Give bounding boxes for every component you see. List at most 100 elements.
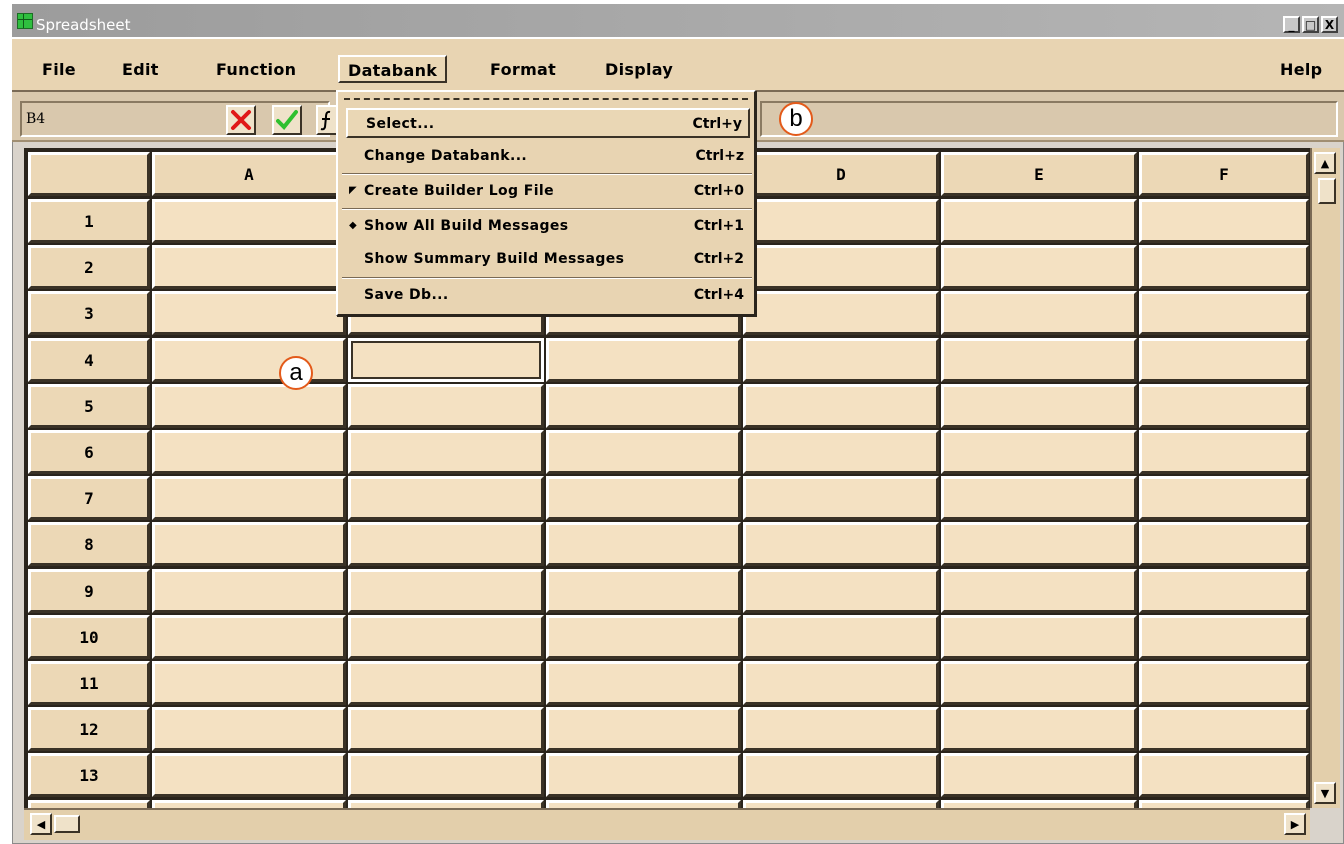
- cancel-button[interactable]: [226, 105, 256, 135]
- cell-b12[interactable]: [348, 707, 544, 751]
- menu-edit[interactable]: Edit: [114, 56, 167, 84]
- menu-item-show-all-build-messages[interactable]: ◆ Show All Build Messages Ctrl+1: [346, 212, 750, 242]
- function-button[interactable]: [316, 105, 338, 135]
- row-header-10[interactable]: 10: [28, 615, 150, 659]
- cell-e2[interactable]: [941, 245, 1137, 289]
- row-header-7[interactable]: 7: [28, 476, 150, 520]
- cell-d4[interactable]: [743, 338, 939, 382]
- cell-e6[interactable]: [941, 430, 1137, 474]
- row-header-9[interactable]: 9: [28, 569, 150, 613]
- corner-header[interactable]: [28, 152, 150, 196]
- menu-item-select[interactable]: Select... Ctrl+y: [346, 108, 750, 138]
- accept-button[interactable]: [272, 105, 302, 135]
- cell-a4[interactable]: [152, 338, 346, 382]
- cell-c5[interactable]: [546, 384, 741, 428]
- cell-d10[interactable]: [743, 615, 939, 659]
- cell-b8[interactable]: [348, 522, 544, 566]
- vertical-scrollbar[interactable]: [1310, 148, 1340, 808]
- scroll-up-icon[interactable]: ▲: [1314, 152, 1336, 174]
- horizontal-scroll-thumb[interactable]: [54, 815, 80, 833]
- cell-d8[interactable]: [743, 522, 939, 566]
- menu-item-save-db[interactable]: Save Db... Ctrl+4: [346, 281, 750, 311]
- cell-f8[interactable]: [1139, 522, 1309, 566]
- maximize-button[interactable]: □: [1302, 16, 1319, 33]
- cell-a1[interactable]: [152, 199, 346, 243]
- cell-f6[interactable]: [1139, 430, 1309, 474]
- minimize-button[interactable]: _: [1283, 16, 1300, 33]
- cell-e3[interactable]: [941, 291, 1137, 335]
- menu-item-change-databank[interactable]: Change Databank... Ctrl+z: [346, 142, 750, 172]
- cell-c6[interactable]: [546, 430, 741, 474]
- cell-f5[interactable]: [1139, 384, 1309, 428]
- cell-e11[interactable]: [941, 661, 1137, 705]
- column-header-f[interactable]: F: [1139, 152, 1309, 196]
- title-bar[interactable]: [12, 4, 1344, 37]
- column-header-d[interactable]: D: [743, 152, 939, 196]
- column-header-a[interactable]: A: [152, 152, 346, 196]
- row-header-12[interactable]: 12: [28, 707, 150, 751]
- cell-a10[interactable]: [152, 615, 346, 659]
- row-header-5[interactable]: 5: [28, 384, 150, 428]
- cell-c4[interactable]: [546, 338, 741, 382]
- scroll-right-icon[interactable]: ▶: [1284, 813, 1306, 835]
- cell-a3[interactable]: [152, 291, 346, 335]
- formula-input[interactable]: [760, 101, 1338, 137]
- row-header-13[interactable]: 13: [28, 753, 150, 797]
- menu-tearoff-line[interactable]: [344, 98, 748, 100]
- row-header-4[interactable]: 4: [28, 338, 150, 382]
- cell-d9[interactable]: [743, 569, 939, 613]
- cell-e9[interactable]: [941, 569, 1137, 613]
- cell-d5[interactable]: [743, 384, 939, 428]
- cell-e10[interactable]: [941, 615, 1137, 659]
- cell-f1[interactable]: [1139, 199, 1309, 243]
- menu-item-create-builder-log[interactable]: ◤ Create Builder Log File Ctrl+0: [346, 177, 750, 207]
- cell-f12[interactable]: [1139, 707, 1309, 751]
- cell-b4[interactable]: [348, 338, 544, 382]
- cell-c13[interactable]: [546, 753, 741, 797]
- cell-c10[interactable]: [546, 615, 741, 659]
- cell-a8[interactable]: [152, 522, 346, 566]
- column-header-e[interactable]: E: [941, 152, 1137, 196]
- menu-databank[interactable]: Databank: [338, 55, 448, 83]
- cell-b13[interactable]: [348, 753, 544, 797]
- menu-file[interactable]: File: [34, 56, 84, 84]
- menu-item-show-summary-build-messages[interactable]: Show Summary Build Messages Ctrl+2: [346, 245, 750, 275]
- cell-c12[interactable]: [546, 707, 741, 751]
- cell-f2[interactable]: [1139, 245, 1309, 289]
- cell-c7[interactable]: [546, 476, 741, 520]
- menu-display[interactable]: Display: [597, 56, 681, 84]
- cell-a11[interactable]: [152, 661, 346, 705]
- cell-a5[interactable]: [152, 384, 346, 428]
- row-header-6[interactable]: 6: [28, 430, 150, 474]
- cell-c9[interactable]: [546, 569, 741, 613]
- cell-f3[interactable]: [1139, 291, 1309, 335]
- row-header-11[interactable]: 11: [28, 661, 150, 705]
- horizontal-scrollbar[interactable]: [24, 808, 1310, 840]
- cell-e8[interactable]: [941, 522, 1137, 566]
- cell-e12[interactable]: [941, 707, 1137, 751]
- cell-d11[interactable]: [743, 661, 939, 705]
- cell-e7[interactable]: [941, 476, 1137, 520]
- vertical-scroll-thumb[interactable]: [1318, 178, 1336, 204]
- cell-b10[interactable]: [348, 615, 544, 659]
- cell-f10[interactable]: [1139, 615, 1309, 659]
- menu-format[interactable]: Format: [482, 56, 564, 84]
- cell-a2[interactable]: [152, 245, 346, 289]
- cell-d7[interactable]: [743, 476, 939, 520]
- cell-b7[interactable]: [348, 476, 544, 520]
- cell-e4[interactable]: [941, 338, 1137, 382]
- row-header-3[interactable]: 3: [28, 291, 150, 335]
- row-header-1[interactable]: 1: [28, 199, 150, 243]
- cell-a7[interactable]: [152, 476, 346, 520]
- cell-b11[interactable]: [348, 661, 544, 705]
- cell-d13[interactable]: [743, 753, 939, 797]
- cell-d1[interactable]: [743, 199, 939, 243]
- cell-f11[interactable]: [1139, 661, 1309, 705]
- cell-b9[interactable]: [348, 569, 544, 613]
- scroll-down-icon[interactable]: ▼: [1314, 782, 1336, 804]
- cell-f13[interactable]: [1139, 753, 1309, 797]
- cell-a6[interactable]: [152, 430, 346, 474]
- cell-f9[interactable]: [1139, 569, 1309, 613]
- row-header-2[interactable]: 2: [28, 245, 150, 289]
- cell-d2[interactable]: [743, 245, 939, 289]
